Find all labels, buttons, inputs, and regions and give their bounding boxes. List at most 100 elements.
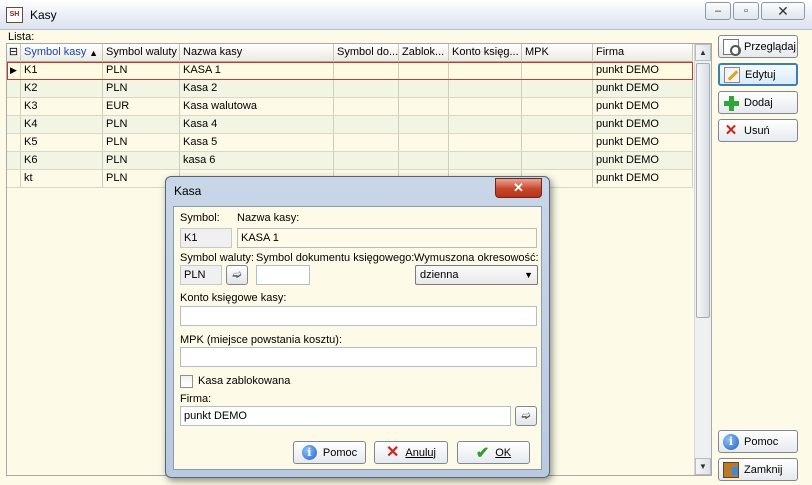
nazwa-kasy-field[interactable]: KASA 1 bbox=[237, 228, 537, 248]
table-row[interactable]: K5 PLN Kasa 5 punkt DEMO bbox=[7, 134, 693, 152]
column-header-symbol-waluty[interactable]: Symbol waluty bbox=[103, 44, 180, 62]
table-cell-konto bbox=[449, 98, 522, 115]
table-cell-firma: punkt DEMO bbox=[593, 116, 693, 133]
ok-button[interactable]: ✔ OK bbox=[457, 441, 530, 464]
ok-label: OK bbox=[495, 446, 512, 459]
pick-currency-button[interactable]: ➫ bbox=[226, 265, 248, 285]
table-cell-symbol_dok bbox=[334, 152, 399, 169]
kasa-dialog: Kasa ✕ Symbol: K1 Nazwa kasy: KASA 1 Sym… bbox=[165, 176, 550, 478]
row-indicator bbox=[7, 98, 21, 115]
edytuj-label: Edytuj bbox=[745, 68, 776, 81]
table-cell-waluta: EUR bbox=[103, 98, 180, 115]
zamknij-button[interactable]: Zamknij bbox=[718, 458, 798, 481]
table-cell-konto bbox=[449, 116, 522, 133]
table-cell-zablok bbox=[399, 152, 449, 169]
view-icon bbox=[723, 38, 741, 56]
column-header-zablokowana[interactable]: Zablok... bbox=[399, 44, 449, 62]
symbol-dokumentu-field[interactable] bbox=[256, 265, 310, 285]
list-label: Lista: bbox=[8, 31, 35, 43]
column-header-symbol-kasy[interactable]: Symbol kasy ▲ bbox=[21, 44, 103, 62]
usun-button[interactable]: ✕ Usuń bbox=[718, 119, 798, 142]
table-cell-zablok bbox=[399, 98, 449, 115]
help-icon: i bbox=[301, 445, 317, 460]
table-row[interactable]: K2 PLN Kasa 2 punkt DEMO bbox=[7, 80, 693, 98]
column-chooser-icon[interactable]: ⊟ bbox=[7, 44, 21, 62]
row-indicator bbox=[7, 134, 21, 151]
okresowosc-value: dzienna bbox=[420, 269, 459, 281]
table-header: ⊟ Symbol kasy ▲ Symbol waluty Nazwa kasy… bbox=[7, 44, 693, 62]
dialog-pomoc-label: Pomoc bbox=[322, 446, 358, 459]
table-cell-symbol: K6 bbox=[21, 152, 103, 169]
row-indicator bbox=[7, 80, 21, 97]
konto-label: Konto księgowe kasy: bbox=[180, 292, 287, 304]
table-cell-waluta: PLN bbox=[103, 62, 180, 79]
table-cell-zablok bbox=[399, 116, 449, 133]
kasa-zablokowana-checkbox[interactable] bbox=[180, 375, 193, 388]
przegladaj-label: Przeglądaj bbox=[744, 40, 796, 53]
table-cell-mpk bbox=[522, 116, 593, 133]
table-row[interactable]: ▶ K1 PLN KASA 1 punkt DEMO bbox=[7, 62, 693, 80]
column-header-firma[interactable]: Firma bbox=[593, 44, 693, 62]
close-window-button[interactable]: ✕ bbox=[761, 2, 805, 20]
edit-icon bbox=[724, 66, 740, 83]
anuluj-label: Anuluj bbox=[405, 446, 436, 459]
column-header-symbol-dokumentu[interactable]: Symbol do... bbox=[334, 44, 399, 62]
row-indicator bbox=[7, 170, 21, 187]
anuluj-button[interactable]: ✕ Anuluj bbox=[374, 441, 448, 464]
symbol-dokumentu-label: Symbol dokumentu księgowego: bbox=[256, 252, 415, 264]
arrow-pick-icon: ➫ bbox=[232, 269, 242, 281]
symbol-label: Symbol: bbox=[180, 212, 220, 224]
table-cell-nazwa: Kasa walutowa bbox=[180, 98, 334, 115]
table-cell-mpk bbox=[522, 134, 593, 151]
scroll-thumb[interactable] bbox=[696, 63, 710, 318]
firma-field: punkt DEMO bbox=[180, 406, 511, 426]
row-indicator bbox=[7, 116, 21, 133]
konto-field[interactable] bbox=[180, 306, 537, 326]
exit-door-icon bbox=[723, 461, 739, 478]
table-cell-konto bbox=[449, 80, 522, 97]
table-cell-symbol_dok bbox=[334, 80, 399, 97]
table-cell-nazwa: Kasa 2 bbox=[180, 80, 334, 97]
minimize-button[interactable]: ‒ bbox=[705, 2, 731, 20]
table-cell-firma: punkt DEMO bbox=[593, 152, 693, 169]
edytuj-button[interactable]: Edytuj bbox=[718, 63, 798, 86]
przegladaj-button[interactable]: Przeglądaj bbox=[718, 35, 798, 58]
table-cell-waluta: PLN bbox=[103, 134, 180, 151]
column-header-konto[interactable]: Konto księg... bbox=[449, 44, 522, 62]
table-cell-mpk bbox=[522, 62, 593, 79]
table-cell-symbol: K2 bbox=[21, 80, 103, 97]
current-row-indicator-icon: ▶ bbox=[7, 62, 21, 79]
table-row[interactable]: K6 PLN kasa 6 punkt DEMO bbox=[7, 152, 693, 170]
dodaj-button[interactable]: Dodaj bbox=[718, 91, 798, 114]
table-cell-symbol: K5 bbox=[21, 134, 103, 151]
table-cell-symbol_dok bbox=[334, 134, 399, 151]
mpk-field[interactable] bbox=[180, 347, 537, 367]
table-cell-symbol: K1 bbox=[21, 62, 103, 79]
dialog-pomoc-button[interactable]: i Pomoc bbox=[293, 441, 366, 464]
window-titlebar: SH Kasy ‒ ▫ ✕ bbox=[0, 0, 812, 30]
check-icon: ✔ bbox=[475, 444, 490, 462]
column-header-nazwa-kasy[interactable]: Nazwa kasy bbox=[180, 44, 334, 62]
column-header-label: Symbol kasy bbox=[24, 46, 87, 58]
column-header-mpk[interactable]: MPK bbox=[522, 44, 593, 62]
vertical-scrollbar[interactable]: ▲ ▼ bbox=[694, 44, 711, 475]
dialog-close-button[interactable]: ✕ bbox=[495, 178, 542, 198]
help-icon: i bbox=[723, 433, 739, 450]
maximize-button[interactable]: ▫ bbox=[733, 2, 759, 20]
table-cell-waluta: PLN bbox=[103, 116, 180, 133]
table-row[interactable]: K3 EUR Kasa walutowa punkt DEMO bbox=[7, 98, 693, 116]
symbol-field: K1 bbox=[180, 228, 232, 248]
table-cell-nazwa: Kasa 5 bbox=[180, 134, 334, 151]
okresowosc-select[interactable]: dzienna ▼ bbox=[415, 265, 538, 285]
symbol-waluty-label: Symbol waluty: bbox=[180, 252, 254, 264]
table-cell-firma: punkt DEMO bbox=[593, 98, 693, 115]
pomoc-button[interactable]: i Pomoc bbox=[718, 430, 798, 453]
scroll-down-icon[interactable]: ▼ bbox=[695, 458, 711, 475]
table-cell-zablok bbox=[399, 134, 449, 151]
table-cell-konto bbox=[449, 152, 522, 169]
pick-firma-button[interactable]: ➫ bbox=[515, 406, 537, 426]
scroll-up-icon[interactable]: ▲ bbox=[695, 44, 711, 61]
table-row[interactable]: K4 PLN Kasa 4 punkt DEMO bbox=[7, 116, 693, 134]
table-cell-waluta: PLN bbox=[103, 152, 180, 169]
table-cell-symbol: kt bbox=[21, 170, 103, 187]
